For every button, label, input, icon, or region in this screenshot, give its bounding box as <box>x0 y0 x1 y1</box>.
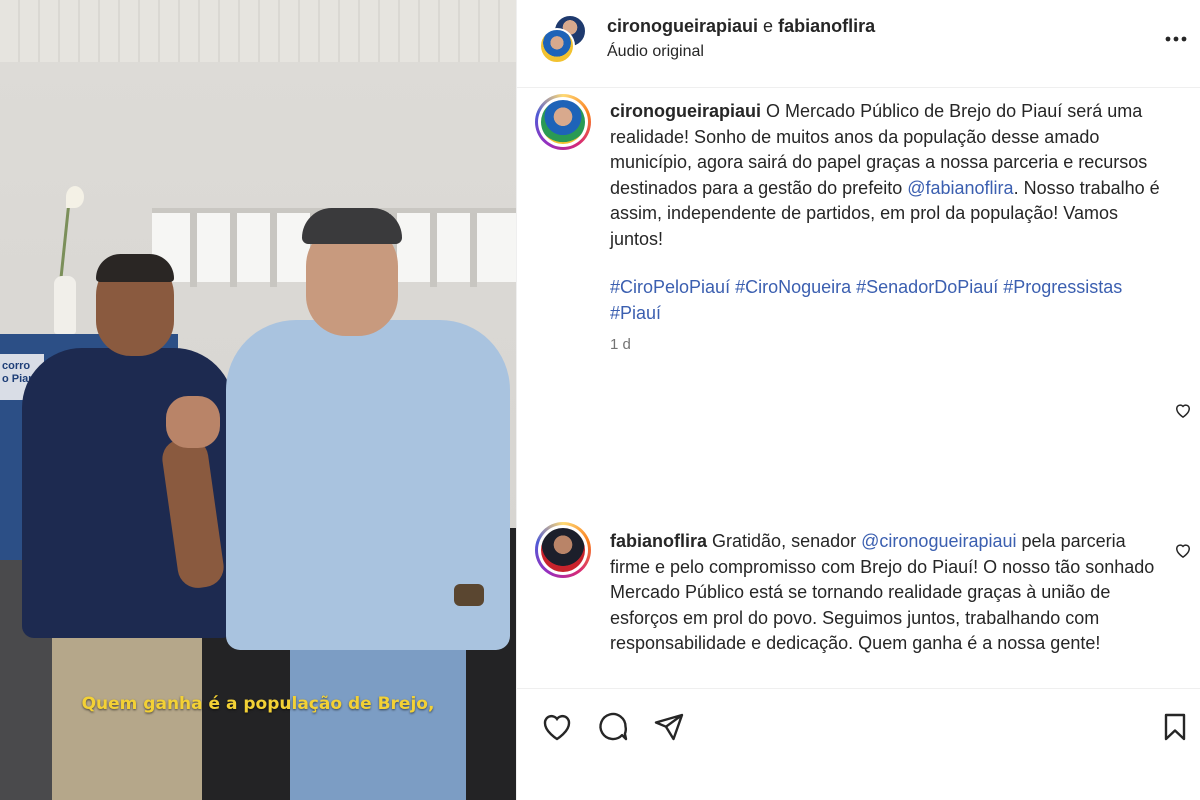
comment-avatar[interactable] <box>535 522 591 578</box>
post-header: cironogueirapiaui e fabianoflira Áudio o… <box>517 0 1200 88</box>
author-connector: e <box>763 16 774 36</box>
handshake <box>166 396 220 448</box>
caption-avatar[interactable] <box>535 94 591 150</box>
comment-mention[interactable]: @cironogueirapiaui <box>861 531 1016 551</box>
caption-timestamp: 1 d <box>610 336 631 353</box>
author-link-1[interactable]: cironogueirapiaui <box>607 16 758 36</box>
comment-body-1: Gratidão, senador <box>712 531 857 551</box>
bookmark-icon[interactable] <box>1157 709 1193 745</box>
flower <box>66 186 84 208</box>
video-player[interactable]: corro o Piau Quem ganha é a população de… <box>0 0 516 800</box>
video-subtitle: Quem ganha é a população de Brejo, <box>81 694 435 714</box>
caption-username[interactable]: cironogueirapiaui <box>610 101 761 121</box>
person-right-hair <box>302 208 402 244</box>
post-panel: cironogueirapiaui e fabianoflira Áudio o… <box>516 0 1200 800</box>
caption-mention[interactable]: @fabianoflira <box>907 178 1013 198</box>
more-options-icon[interactable] <box>1161 24 1191 54</box>
vase <box>54 276 76 334</box>
avatar-cironogueirapiaui[interactable] <box>539 28 575 64</box>
author-link-2[interactable]: fabianoflira <box>778 16 875 36</box>
comment-like-icon[interactable] <box>1173 540 1193 560</box>
ceiling <box>0 0 516 62</box>
send-icon[interactable] <box>651 709 687 745</box>
caption-like-icon[interactable] <box>1173 400 1193 420</box>
action-bar <box>517 688 1200 800</box>
caption-hashtags[interactable]: #CiroPeloPiauí #CiroNogueira #SenadorDoP… <box>610 275 1170 326</box>
comment-icon[interactable] <box>595 709 631 745</box>
comment-text: fabianoflira Gratidão, senador @cironogu… <box>610 529 1170 657</box>
wrist-watch <box>454 584 484 606</box>
heart-icon[interactable] <box>539 709 575 745</box>
person-left-hair <box>96 254 174 282</box>
collab-avatars[interactable] <box>539 14 591 66</box>
post-authors: cironogueirapiaui e fabianoflira <box>607 16 875 37</box>
person-right-legs <box>290 630 466 800</box>
audio-link[interactable]: Áudio original <box>607 43 704 61</box>
caption-text: cironogueirapiaui O Mercado Público de B… <box>610 99 1170 252</box>
comment-username[interactable]: fabianoflira <box>610 531 707 551</box>
